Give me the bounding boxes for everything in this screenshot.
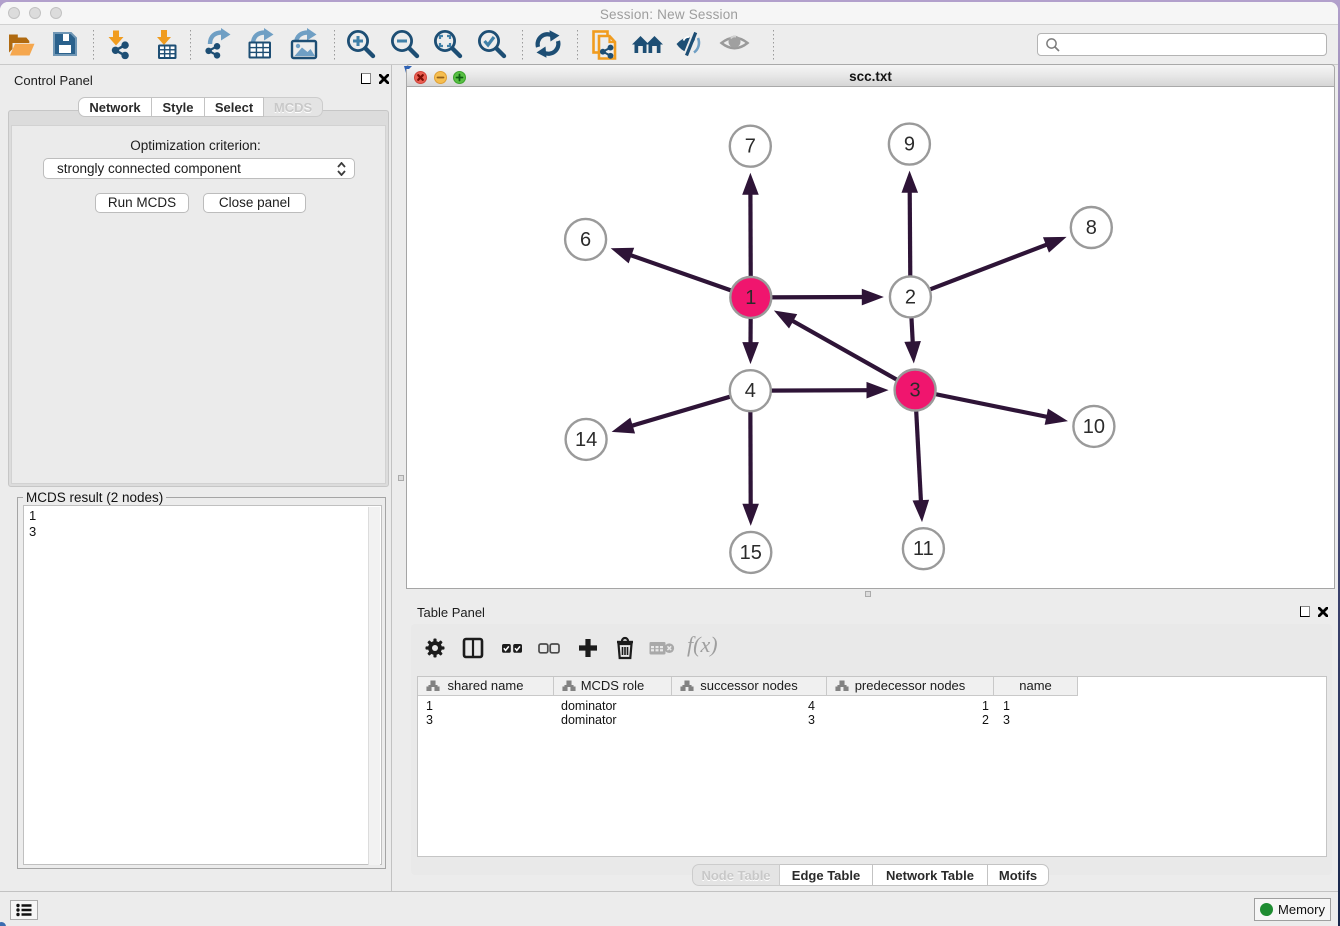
- svg-text:7: 7: [745, 136, 756, 158]
- svg-text:2: 2: [905, 286, 916, 308]
- svg-text:9: 9: [904, 134, 915, 156]
- svg-text:4: 4: [745, 380, 756, 402]
- svg-text:1: 1: [745, 287, 756, 309]
- svg-text:14: 14: [575, 429, 597, 451]
- svg-text:6: 6: [580, 229, 591, 251]
- svg-text:3: 3: [910, 380, 921, 402]
- svg-text:15: 15: [740, 542, 762, 564]
- svg-text:11: 11: [913, 538, 934, 560]
- svg-text:10: 10: [1083, 416, 1105, 438]
- svg-text:8: 8: [1086, 217, 1097, 239]
